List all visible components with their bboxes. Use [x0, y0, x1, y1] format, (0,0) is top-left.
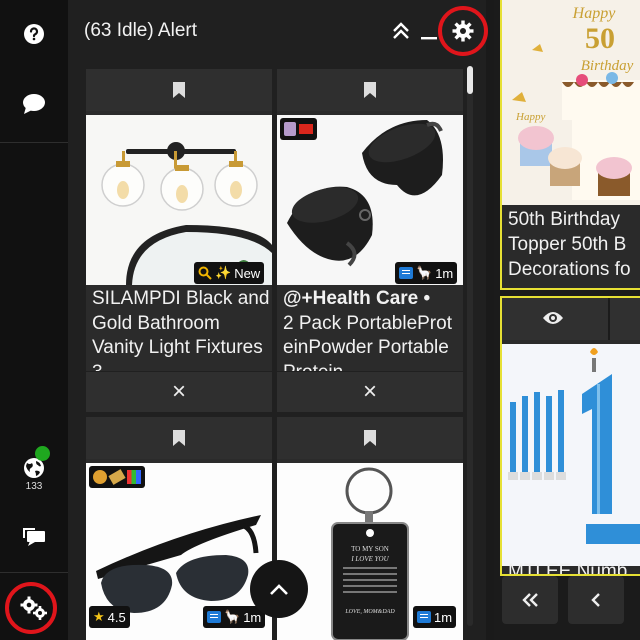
scrollbar[interactable] [467, 66, 473, 626]
bookmark-button[interactable] [86, 417, 272, 459]
chat-bubble-icon [23, 94, 45, 114]
app-window: 133 (63 Idle) Alert ✨ New SILAMPDI Black… [0, 0, 640, 640]
globe-count: 133 [25, 480, 43, 492]
product-image[interactable] [502, 344, 640, 566]
chevron-left-icon [591, 593, 600, 607]
source-badge [280, 118, 317, 140]
rating-badge: ★ 4.5 [89, 606, 130, 628]
keychain-line-2: I LOVE YOU [350, 555, 389, 563]
bar-divider [608, 298, 610, 340]
panel-title: (63 Idle) Alert [84, 20, 197, 41]
alert-card[interactable]: MTLEE Numb [500, 296, 640, 576]
bookmark-icon [173, 430, 185, 446]
birthday-cake-illustration: Happy 50 Birthday Happy [502, 0, 640, 205]
scroll-to-top-button[interactable] [250, 560, 308, 618]
cake-topper-line-2: 50 [585, 22, 615, 55]
lion-icon [93, 470, 107, 484]
alert-card[interactable]: ★ 4.5 🦙 1m [86, 417, 272, 640]
double-chevron-left-icon [522, 593, 538, 607]
help-icon [24, 24, 44, 44]
chat-button[interactable] [0, 70, 68, 138]
grid-icon [127, 470, 141, 484]
keychain-line-3: LOVE, MOM&DAD [344, 609, 395, 615]
card-action-bar [502, 298, 640, 340]
time-label: 1m [435, 265, 454, 281]
online-status-dot [35, 446, 50, 461]
source-badge [89, 466, 145, 488]
flag-icon [299, 124, 313, 134]
product-image[interactable]: TO MY SON I LOVE YOU LOVE, MOM&DAD 1m [277, 463, 463, 640]
first-page-button[interactable] [502, 576, 558, 624]
dismiss-button[interactable]: × [277, 372, 463, 412]
product-image[interactable]: 🦙 1m [277, 115, 463, 285]
time-badge: 🦙 1m [203, 606, 266, 628]
dismiss-button[interactable]: × [86, 372, 272, 412]
globe-button[interactable]: 133 [0, 440, 68, 508]
help-button[interactable] [0, 0, 68, 68]
double-chevron-up-icon [393, 22, 409, 39]
highlight-ring [5, 582, 57, 634]
list-icon [399, 267, 413, 279]
candles-illustration [502, 344, 640, 566]
scrollbar-thumb[interactable] [467, 66, 473, 94]
alert-card[interactable]: ✨ New SILAMPDI Black and Gold Bathroom V… [86, 69, 272, 371]
product-image[interactable]: ✨ New [86, 115, 272, 285]
card-title-bold: @+Health Care • [283, 288, 431, 309]
svg-text:Happy: Happy [515, 111, 545, 123]
eye-icon[interactable] [542, 310, 564, 326]
new-badge: ✨ New [194, 262, 265, 284]
card-title-line[interactable]: 50th Birthday [508, 208, 620, 233]
device-icon [284, 122, 296, 136]
bookmark-icon [173, 82, 185, 98]
highlight-ring [438, 6, 488, 56]
minimize-icon [421, 37, 437, 40]
vanity-light-illustration [86, 115, 272, 285]
messages-button[interactable] [0, 502, 68, 570]
card-title-line[interactable]: MTLEE Numb [508, 560, 627, 574]
chat-stack-icon [23, 528, 45, 546]
llama-icon: 🦙 [224, 609, 241, 624]
bookmark-button[interactable] [277, 417, 463, 459]
card-title-line[interactable]: Topper 50th B [508, 233, 626, 258]
right-panel: Happy 50 Birthday Happy 50th Birthday To… [494, 0, 640, 640]
panel-header: (63 Idle) Alert [68, 0, 488, 64]
protein-funnel-illustration [277, 115, 463, 285]
time-badge: 1m [413, 606, 457, 628]
sidebar-divider [0, 572, 68, 573]
cake-topper-line-3: Birthday [581, 58, 634, 74]
product-image[interactable]: Happy 50 Birthday Happy [502, 0, 640, 205]
new-badge-label: New [234, 265, 261, 281]
llama-icon: 🦙 [416, 265, 433, 280]
card-title[interactable]: SILAMPDI Black and Gold Bathroom Vanity … [92, 287, 270, 371]
card-title[interactable]: @+Health Care • 2 Pack PortableProteinPo… [283, 287, 461, 371]
list-icon [417, 611, 431, 623]
keychain-line-1: TO MY SON [351, 545, 389, 553]
alert-card[interactable]: 🦙 1m @+Health Care • 2 Pack PortableProt… [277, 69, 463, 371]
search-icon [198, 266, 212, 280]
previous-page-button[interactable] [568, 576, 624, 624]
alert-card[interactable]: TO MY SON I LOVE YOU LOVE, MOM&DAD 1m [277, 417, 463, 640]
time-label: 1m [243, 609, 262, 625]
tag-icon [108, 469, 126, 485]
rating-value: 4.5 [107, 609, 126, 625]
collapse-button[interactable] [386, 16, 416, 46]
left-sidebar: 133 [0, 0, 68, 640]
time-label: 1m [434, 609, 453, 625]
alert-card[interactable]: Happy 50 Birthday Happy 50th Birthday To… [500, 0, 640, 290]
sidebar-divider [0, 142, 68, 143]
bookmark-icon [364, 82, 376, 98]
product-image[interactable]: ★ 4.5 🦙 1m [86, 463, 272, 640]
bookmark-button[interactable] [86, 69, 272, 111]
card-title-line[interactable]: Decorations fo [508, 258, 631, 283]
bookmark-icon [364, 430, 376, 446]
list-icon [207, 611, 221, 623]
cake-topper-line-1: Happy [572, 5, 617, 22]
sparkle-icon: ✨ [215, 265, 232, 280]
alert-panel: (63 Idle) Alert ✨ New SILAMPDI Black and… [68, 0, 488, 640]
card-title-rest: 2 Pack PortableProteinPowder Portable Pr… [283, 312, 452, 372]
bookmark-button[interactable] [277, 69, 463, 111]
time-badge: 🦙 1m [395, 262, 458, 284]
chevron-up-icon [270, 584, 288, 595]
star-icon: ★ [93, 609, 105, 624]
